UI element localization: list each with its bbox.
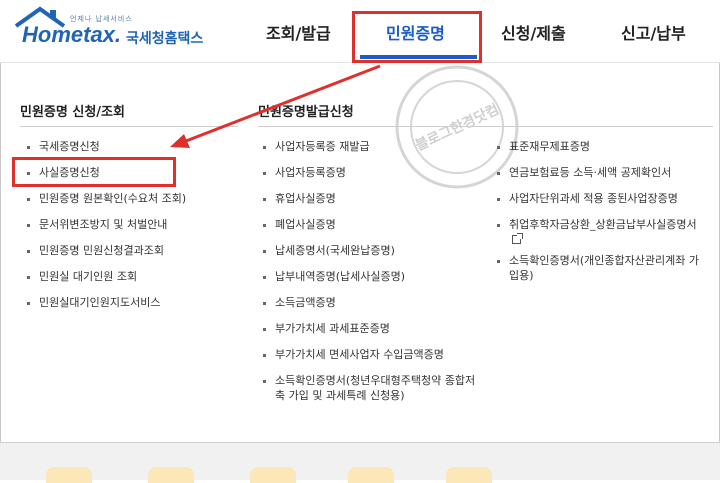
menu-item-income-amount-cert[interactable]: 소득금액증명 [262, 295, 480, 321]
menu-item-biz-reg-reissue[interactable]: 사업자등록증 재발급 [262, 139, 480, 165]
menu-item-youth-savings-income-cert[interactable]: 소득확인증명서(청년우대형주택청약 종합저축 가입 및 과세특례 신청용) [262, 373, 480, 407]
menu-item-unit-taxation-cert[interactable]: 사업자단위과세 적용 종된사업장증명 [496, 191, 708, 217]
menu-item-payment-history-cert[interactable]: 납부내역증명(납세사실증명) [262, 269, 480, 295]
menu-item-waiting-map[interactable]: 민원실대기인원지도서비스 [26, 295, 186, 321]
menu-item-closure-cert[interactable]: 폐업사실증명 [262, 217, 480, 243]
section-divider-2 [258, 126, 713, 127]
section-divider-1 [20, 126, 238, 127]
bottom-icon-tile[interactable] [446, 467, 492, 483]
menu-item-financial-statement-cert[interactable]: 표준재무제표증명 [496, 139, 708, 165]
menu-item-waiting-count[interactable]: 민원실 대기인원 조회 [26, 269, 186, 295]
menu-item-suspension-cert[interactable]: 휴업사실증명 [262, 191, 480, 217]
menu-column-3: 표준재무제표증명 연금보험료등 소득·세액 공제확인서 사업자단위과세 적용 종… [496, 139, 708, 285]
nav-apply-submit[interactable]: 신청/제출 [501, 20, 566, 44]
menu-column-2: 사업자등록증 재발급 사업자등록증명 휴업사실증명 폐업사실증명 납세증명서(국… [262, 139, 480, 407]
nav-report-pay[interactable]: 신고/납부 [621, 20, 686, 44]
logo-korean: 국세청홈택스 [126, 31, 204, 47]
nav-lookup-issue[interactable]: 조회/발급 [266, 20, 331, 44]
menu-item-isa-income-cert[interactable]: 소득확인증명서(개인종합자산관리계좌 가입용) [496, 253, 708, 285]
external-link-icon [512, 233, 523, 244]
highlight-box-fact-cert [12, 157, 176, 187]
section-title-apply-lookup: 민원증명 신청/조회 [20, 105, 125, 120]
menu-item-biz-reg-cert[interactable]: 사업자등록증명 [262, 165, 480, 191]
menu-item-student-loan-cert[interactable]: 취업후학자금상환_상환금납부사실증명서 [496, 217, 708, 253]
menu-item-pension-deduction-confirm[interactable]: 연금보험료등 소득·세액 공제확인서 [496, 165, 708, 191]
highlight-box-nav [352, 11, 482, 63]
menu-item-vat-exempt-income-cert[interactable]: 부가가치세 면세사업자 수입금액증명 [262, 347, 480, 373]
bottom-icon-tile[interactable] [250, 467, 296, 483]
hometax-logo[interactable]: 언제나 납세서비스 Hometax. 국세청홈택스 [14, 6, 214, 54]
bottom-icon-tile[interactable] [348, 467, 394, 483]
logo-brand: Hometax. [22, 22, 122, 47]
menu-item-vat-base-cert[interactable]: 부가가치세 과세표준증명 [262, 321, 480, 347]
bottom-icon-tile[interactable] [46, 467, 92, 483]
menu-item-tax-payment-cert[interactable]: 납세증명서(국세완납증명) [262, 243, 480, 269]
menu-item-original-verify[interactable]: 민원증명 원본확인(수요처 조회) [26, 191, 186, 217]
menu-item-forgery-prevention[interactable]: 문서위변조방지 및 처벌안내 [26, 217, 186, 243]
section-title-issue-apply: 민원증명발급신청 [258, 105, 354, 120]
menu-item-request-result[interactable]: 민원증명 민원신청결과조회 [26, 243, 186, 269]
bottom-icon-tile[interactable] [148, 467, 194, 483]
